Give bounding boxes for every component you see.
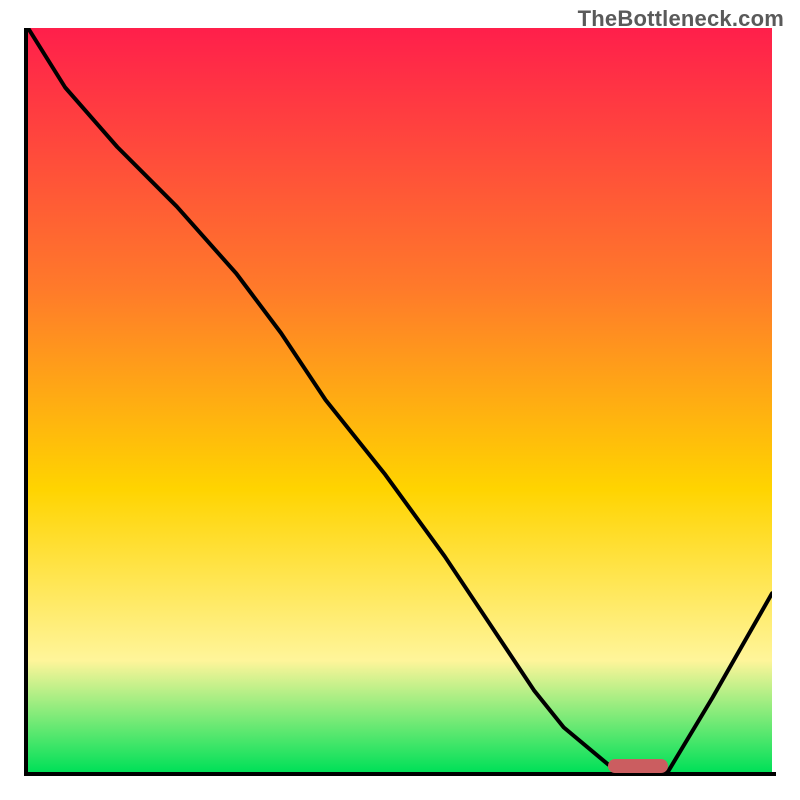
plot-area (28, 28, 772, 772)
chart-frame: TheBottleneck.com (0, 0, 800, 800)
optimal-range-marker (608, 759, 668, 773)
gradient-background (28, 28, 772, 772)
